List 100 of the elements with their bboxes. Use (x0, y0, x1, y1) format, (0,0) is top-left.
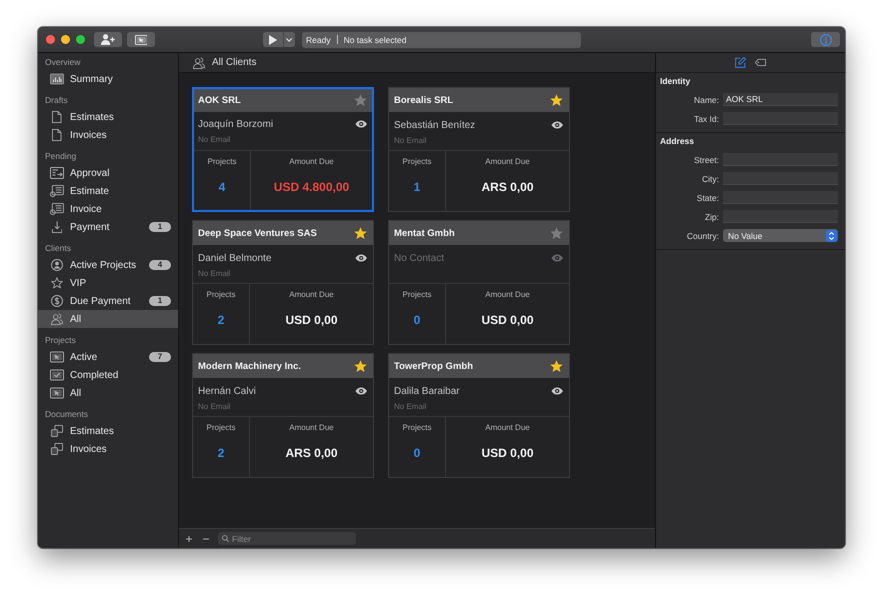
projects-count: 4 (218, 180, 226, 195)
sidebar-item[interactable]: Summary (38, 70, 178, 88)
info-icon (820, 34, 832, 46)
count-badge: 7 (149, 352, 171, 362)
window-badge-icon (50, 203, 64, 215)
people-icon (193, 56, 205, 68)
add-button[interactable]: + (184, 532, 194, 546)
star-icon[interactable] (550, 226, 563, 240)
contact-name: Sebastián Benítez (394, 120, 476, 130)
text-field[interactable] (723, 172, 838, 185)
projects-label: Projects (402, 157, 432, 167)
eye-icon[interactable] (550, 387, 563, 395)
dollar-circle-icon (51, 295, 63, 307)
client-name: Mentat Gmbh (394, 228, 455, 238)
remove-button[interactable]: − (201, 532, 211, 546)
client-name: Borealis SRL (394, 94, 454, 106)
sidebar-item[interactable]: Payment 1 (38, 218, 178, 236)
section-header: Drafts (44, 94, 69, 107)
dropdown-button[interactable] (283, 32, 295, 47)
window-check-icon (50, 369, 64, 381)
sidebar-item[interactable]: Due Payment 1 (38, 292, 178, 310)
client-name: Deep Space Ventures SAS (198, 228, 317, 238)
sidebar-item[interactable]: All (38, 384, 178, 402)
status-text: Ready (306, 34, 331, 44)
projects-count: 0 (414, 313, 420, 328)
popup-button[interactable]: No Value (723, 229, 838, 242)
eye-icon[interactable] (354, 254, 367, 262)
sidebar-item[interactable]: Active Projects 4 (38, 256, 178, 274)
field-label: Name: (692, 94, 719, 104)
download-icon (52, 221, 62, 233)
star-icon[interactable] (354, 94, 367, 107)
sidebar-item[interactable]: Estimates (38, 108, 178, 126)
client-card[interactable]: AOK SRL Joaquín Borzomi No Email Projects 4 Amount Due USD 4.800,00 (192, 87, 374, 212)
section-header: Overview (44, 56, 82, 69)
text-field[interactable] (723, 153, 838, 166)
sidebar-item[interactable]: Invoices (38, 126, 178, 144)
star-icon[interactable] (550, 360, 563, 372)
amount-label: Amount Due (485, 423, 530, 433)
star-icon[interactable] (354, 226, 367, 240)
eye-icon[interactable] (354, 387, 367, 395)
client-card[interactable]: Borealis SRL Sebastián Benítez No Email Projects 1 Amount Due ARS 0,00 (388, 87, 570, 212)
client-name: AOK SRL (198, 95, 241, 106)
eye-icon[interactable] (354, 120, 367, 128)
sidebar-item[interactable]: Estimates (38, 422, 178, 440)
tag-icon[interactable] (755, 59, 766, 66)
stacked-windows-icon (51, 425, 63, 437)
text-field[interactable] (723, 112, 838, 125)
amount-due: USD 4.800,00 (274, 180, 350, 195)
window-button[interactable] (127, 32, 155, 47)
window-badge-icon (50, 185, 64, 197)
task-text: No task selected (344, 34, 406, 44)
document-icon (52, 129, 62, 141)
contact-name: Hernán Calvi (198, 386, 256, 396)
person-plus-icon (101, 34, 115, 45)
eye-icon[interactable] (550, 121, 563, 129)
client-card[interactable]: Modern Machinery Inc. Hernán Calvi No Email Projects 2 Amount Due ARS 0,00 (192, 353, 374, 478)
sidebar-item[interactable]: VIP (38, 274, 178, 292)
sidebar-item[interactable]: Completed (38, 366, 178, 384)
window-cursor-icon (134, 34, 148, 44)
text-field[interactable] (723, 191, 838, 204)
client-card[interactable]: Mentat Gmbh No Contact Projects 0 Amount Due USD 0,00 (388, 220, 570, 345)
sidebar-item[interactable]: Estimate (38, 182, 178, 200)
client-card[interactable]: Deep Space Ventures SAS Daniel Belmonte No Email Projects 2 Amount Due USD 0,00 (192, 220, 374, 345)
text-field[interactable]: AOK SRL (723, 93, 838, 106)
contact-name: Joaquín Borzomi (198, 118, 274, 130)
projects-count: 1 (414, 180, 420, 195)
text-field[interactable] (723, 210, 838, 223)
sidebar-item[interactable]: Approval (38, 164, 178, 182)
amount-due: ARS 0,00 (481, 180, 534, 195)
star-icon[interactable] (354, 360, 367, 372)
field-label: Zip: (704, 212, 719, 222)
bar-chart-icon (50, 73, 64, 85)
projects-count: 2 (218, 313, 224, 328)
email-text: No Email (394, 402, 428, 412)
star-icon (51, 277, 63, 289)
person-circle-icon (51, 259, 63, 271)
add-person-button[interactable] (94, 32, 122, 47)
stepper-icon (826, 230, 837, 242)
sidebar-item[interactable]: All (38, 310, 178, 328)
sidebar-item[interactable]: Invoices (38, 440, 178, 458)
contact-name: Dalila Baraibar (394, 386, 460, 396)
window-cursor-icon (50, 351, 64, 363)
sidebar-item[interactable]: Active 7 (38, 348, 178, 366)
edit-icon[interactable] (735, 57, 746, 68)
filter-field[interactable]: Filter (218, 532, 356, 545)
star-icon[interactable] (550, 94, 563, 106)
field-label: Tax Id: (692, 114, 719, 124)
amount-due: USD 0,00 (481, 313, 534, 328)
projects-label: Projects (206, 423, 236, 433)
projects-count: 0 (414, 446, 420, 461)
zoom-button[interactable] (76, 35, 85, 44)
search-icon (222, 535, 229, 542)
field-label: City: (701, 174, 719, 184)
minimize-button[interactable] (61, 35, 70, 44)
play-button[interactable] (263, 32, 283, 47)
close-button[interactable] (46, 35, 55, 44)
client-card[interactable]: TowerProp Gmbh Dalila Baraibar No Email Projects 0 Amount Due USD 0,00 (388, 353, 570, 478)
amount-label: Amount Due (289, 423, 334, 433)
caret-icon (286, 38, 293, 42)
sidebar-item[interactable]: Invoice (38, 200, 178, 218)
